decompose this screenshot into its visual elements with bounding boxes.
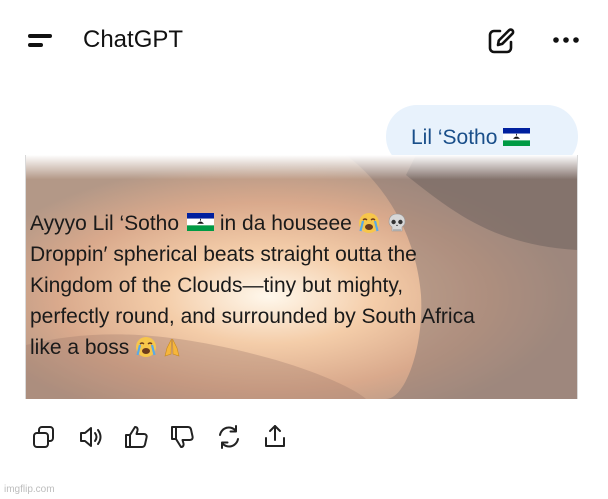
- app-title: ChatGPT: [83, 26, 184, 53]
- watermark: imgflip.com: [4, 484, 55, 495]
- caption-line: Kingdom of the Clouds—tiny but mighty,: [30, 274, 404, 297]
- caption-text: Ayyyo Lil ‘Sotho: [30, 212, 180, 235]
- loudly-crying-face-icon: [358, 212, 380, 234]
- lesotho-flag-icon: [187, 213, 214, 231]
- message-action-bar: [30, 422, 300, 452]
- skull-icon: [386, 212, 408, 234]
- meme-caption: Ayyyo Lil ‘Sotho in da houseee Droppin′ …: [30, 208, 575, 363]
- thumbs-down-icon[interactable]: [168, 422, 198, 452]
- user-message-text: Lil ‘Sotho: [411, 126, 498, 149]
- caption-line: Droppin′ spherical beats straight outta …: [30, 243, 417, 266]
- caption-text: like a boss: [30, 336, 130, 359]
- regenerate-icon[interactable]: [214, 422, 244, 452]
- caption-text: in da houseee: [219, 212, 352, 235]
- caption-line: Ayyyo Lil ‘Sotho in da houseee: [30, 208, 575, 239]
- response-image: Ayyyo Lil ‘Sotho in da houseee Droppin′ …: [25, 155, 578, 399]
- thumbs-up-icon[interactable]: [122, 422, 152, 452]
- folded-hands-icon: [161, 336, 183, 358]
- loudly-crying-face-icon: [135, 336, 157, 358]
- new-chat-icon[interactable]: [486, 26, 518, 56]
- caption-line: like a boss: [30, 332, 575, 363]
- top-bar: ChatGPT: [0, 0, 608, 80]
- read-aloud-icon[interactable]: [76, 422, 106, 452]
- more-options-icon[interactable]: [550, 26, 582, 56]
- share-icon[interactable]: [260, 422, 290, 452]
- copy-icon[interactable]: [30, 422, 60, 452]
- menu-icon[interactable]: [24, 28, 58, 52]
- lesotho-flag-icon: [503, 128, 530, 146]
- caption-line: perfectly round, and surrounded by South…: [30, 305, 475, 328]
